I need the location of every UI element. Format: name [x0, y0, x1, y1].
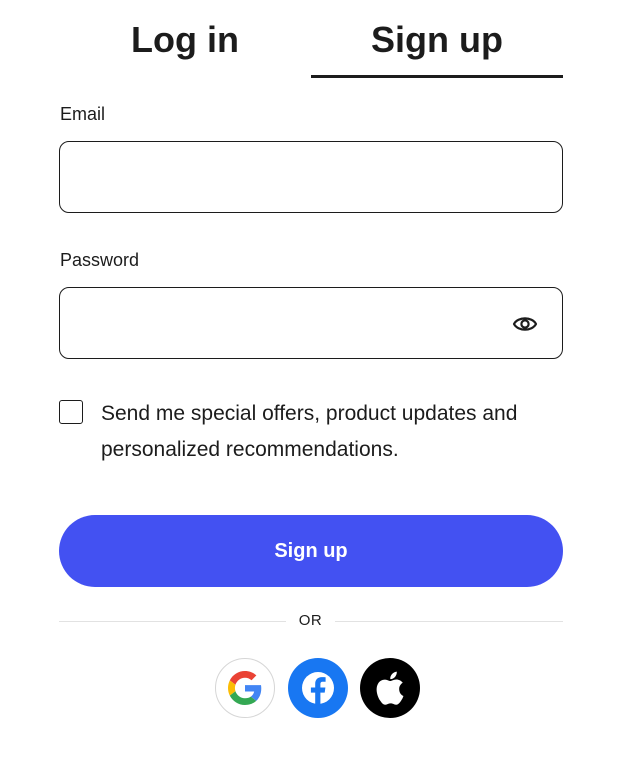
or-divider-text: OR — [298, 612, 323, 629]
apple-icon — [376, 671, 404, 705]
tab-login[interactable]: Log in — [59, 0, 311, 78]
divider-line-right — [335, 621, 563, 622]
google-signin-button[interactable] — [215, 658, 275, 718]
email-field-container — [59, 141, 563, 213]
email-label: Email — [60, 104, 106, 124]
google-icon — [228, 671, 262, 705]
show-password-eye-icon[interactable] — [512, 312, 538, 336]
offers-consent-text: Send me special offers, product updates … — [101, 402, 518, 461]
offers-checkbox[interactable] — [59, 400, 83, 424]
facebook-icon — [302, 672, 334, 706]
divider-line-left — [59, 621, 286, 622]
signup-button[interactable]: Sign up — [59, 515, 563, 587]
password-input[interactable] — [60, 288, 562, 358]
apple-signin-button[interactable] — [360, 658, 420, 718]
auth-tabs: Log in Sign up — [59, 0, 563, 80]
tab-signup[interactable]: Sign up — [311, 0, 563, 78]
email-input[interactable] — [60, 142, 562, 212]
active-tab-indicator — [311, 75, 563, 78]
password-label: Password — [60, 250, 140, 270]
signup-page: Log in Sign up Email Password Send me sp… — [0, 0, 623, 774]
facebook-signin-button[interactable] — [288, 658, 348, 718]
password-field-container — [59, 287, 563, 359]
